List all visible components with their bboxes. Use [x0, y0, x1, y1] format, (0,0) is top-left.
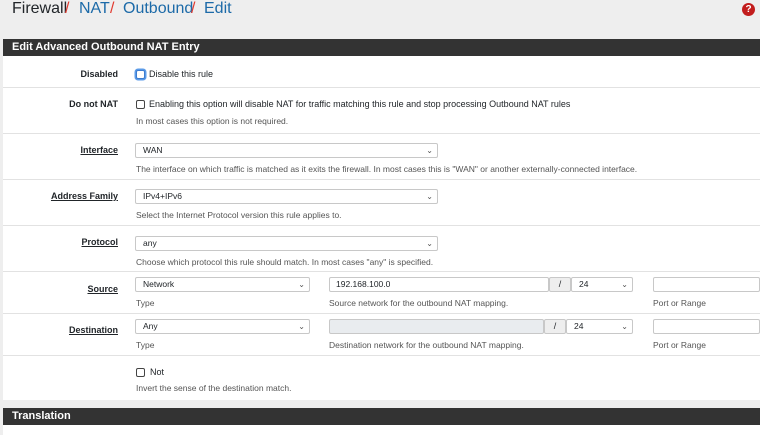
disabled-label: Disabled — [80, 69, 118, 79]
breadcrumb-nat[interactable]: NAT — [79, 0, 110, 18]
protocol-select-value: any — [143, 238, 157, 248]
source-port-input[interactable] — [653, 277, 760, 292]
breadcrumb-separator: / — [191, 0, 196, 17]
address-family-label: Address Family — [50, 191, 118, 201]
do-not-nat-label: Do not NAT — [69, 99, 118, 109]
chevron-down-icon: ⌄ — [426, 239, 433, 248]
destination-port-input[interactable] — [653, 319, 760, 334]
row-destination: Destination Any ⌄ Type / 24 ⌄ Destinatio… — [3, 313, 760, 355]
address-family-help: Select the Internet Protocol version thi… — [136, 210, 342, 220]
edit-nat-panel: Disabled Disable this rule Do not NAT En… — [3, 56, 760, 400]
source-mask-value: 24 — [579, 279, 589, 289]
source-network-value: 192.168.100.0 — [336, 279, 391, 289]
translation-panel-title: Translation — [3, 408, 760, 425]
row-address-family: Address Family IPv4+IPv6 ⌄ Select the In… — [3, 179, 760, 225]
breadcrumb-separator: / — [65, 0, 70, 17]
breadcrumb-separator: / — [110, 0, 115, 17]
translation-panel — [3, 425, 760, 435]
interface-select[interactable]: WAN ⌄ — [135, 143, 438, 158]
chevron-down-icon: ⌄ — [426, 192, 433, 201]
row-do-not-nat: Do not NAT Enabling this option will dis… — [3, 87, 760, 133]
address-family-select[interactable]: IPv4+IPv6 ⌄ — [135, 189, 438, 204]
source-mask-select[interactable]: 24 ⌄ — [571, 277, 633, 292]
do-not-nat-checkbox[interactable] — [136, 100, 145, 109]
destination-port-help: Port or Range — [653, 340, 706, 350]
interface-label: Interface — [80, 145, 118, 155]
breadcrumb-edit[interactable]: Edit — [204, 0, 232, 18]
do-not-nat-text[interactable]: Enabling this option will disable NAT fo… — [149, 99, 570, 109]
breadcrumb-outbound[interactable]: Outbound — [123, 0, 193, 18]
question-circle-icon[interactable]: ? — [742, 3, 755, 16]
disable-rule-checkbox[interactable] — [136, 70, 145, 79]
row-interface: Interface WAN ⌄ The interface on which t… — [3, 133, 760, 179]
source-slash: / — [549, 277, 571, 292]
not-text[interactable]: Not — [150, 367, 164, 377]
not-help: Invert the sense of the destination matc… — [136, 383, 292, 393]
row-disabled: Disabled Disable this rule — [3, 56, 760, 87]
do-not-nat-help: In most cases this option is not require… — [136, 116, 289, 126]
chevron-down-icon: ⌄ — [621, 280, 628, 289]
panel-title: Edit Advanced Outbound NAT Entry — [3, 39, 760, 56]
chevron-down-icon: ⌄ — [426, 146, 433, 155]
interface-select-value: WAN — [143, 145, 163, 155]
source-label: Source — [87, 284, 118, 294]
destination-type-select[interactable]: Any ⌄ — [135, 319, 310, 334]
row-protocol: Protocol any ⌄ Choose which protocol thi… — [3, 225, 760, 271]
protocol-help: Choose which protocol this rule should m… — [136, 257, 434, 267]
destination-network-help: Destination network for the outbound NAT… — [329, 340, 524, 350]
chevron-down-icon: ⌄ — [621, 322, 628, 331]
source-network-input[interactable]: 192.168.100.0 — [329, 277, 549, 292]
source-type-select[interactable]: Network ⌄ — [135, 277, 310, 292]
breadcrumb-firewall[interactable]: Firewall — [12, 0, 67, 18]
destination-slash: / — [544, 319, 566, 334]
not-checkbox[interactable] — [136, 368, 145, 377]
disable-rule-text[interactable]: Disable this rule — [149, 69, 213, 79]
chevron-down-icon: ⌄ — [298, 322, 305, 331]
chevron-down-icon: ⌄ — [298, 280, 305, 289]
interface-help: The interface on which traffic is matche… — [136, 164, 638, 174]
row-source: Source Network ⌄ Type 192.168.100.0 / 24… — [3, 271, 760, 313]
address-family-select-value: IPv4+IPv6 — [143, 191, 182, 201]
destination-label: Destination — [68, 325, 118, 335]
destination-type-value: Any — [143, 321, 158, 331]
destination-network-input[interactable] — [329, 319, 544, 334]
breadcrumb: Firewall / NAT / Outbound / Edit ? — [0, 0, 760, 26]
destination-mask-select[interactable]: 24 ⌄ — [566, 319, 633, 334]
destination-type-help: Type — [136, 340, 155, 350]
protocol-select[interactable]: any ⌄ — [135, 236, 438, 251]
source-port-help: Port or Range — [653, 298, 706, 308]
source-type-value: Network — [143, 279, 175, 289]
protocol-label: Protocol — [81, 237, 118, 247]
source-type-help: Type — [136, 298, 155, 308]
source-network-help: Source network for the outbound NAT mapp… — [329, 298, 509, 308]
destination-mask-value: 24 — [574, 321, 584, 331]
row-not: Not Invert the sense of the destination … — [3, 355, 760, 400]
